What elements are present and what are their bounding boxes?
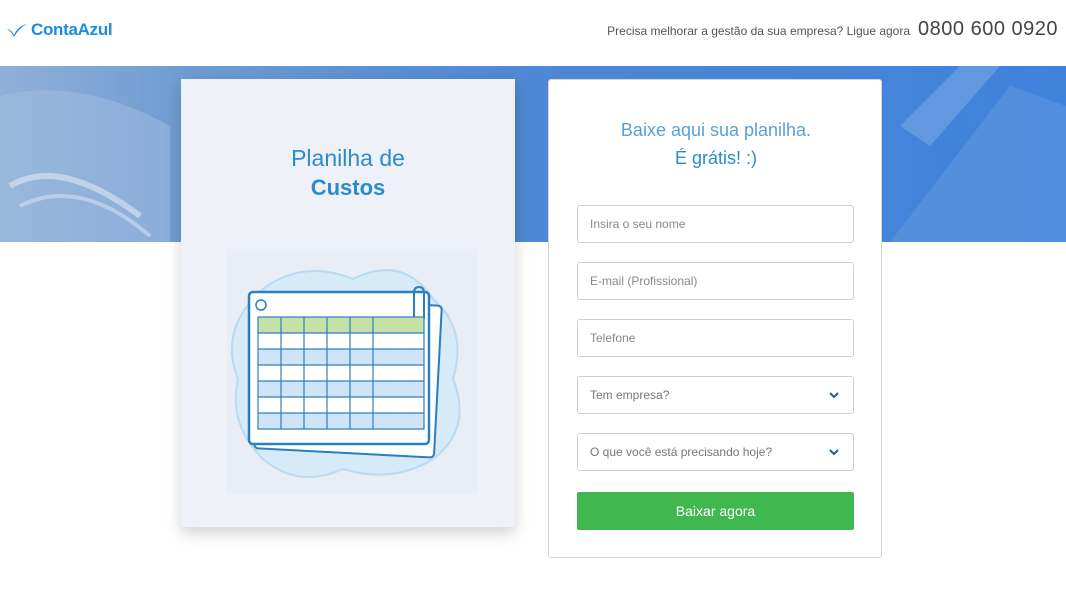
- phone-input[interactable]: [577, 319, 854, 357]
- download-button[interactable]: Baixar agora: [577, 492, 854, 530]
- logo-text: ContaAzul: [31, 20, 113, 39]
- hero-background-image: [0, 66, 1066, 242]
- need-select[interactable]: O que você está precisando hoje?: [577, 433, 854, 471]
- chevron-down-icon: [829, 392, 839, 399]
- checkmark-icon: [7, 24, 27, 37]
- contaazul-logo[interactable]: ContaAzul: [6, 20, 113, 40]
- cta-text: Precisa melhorar a gestão da sua empresa…: [607, 24, 911, 38]
- hero-banner: [0, 66, 1066, 242]
- product-title-line1: Planilha de: [291, 145, 405, 171]
- download-form-card: Baixe aqui sua planilha. É grátis! :) Te…: [548, 79, 882, 558]
- company-select-value: Tem empresa?: [590, 388, 670, 402]
- form-heading-line1: Baixe aqui sua planilha.: [620, 120, 812, 140]
- chevron-down-icon: [829, 449, 839, 456]
- site-header: ContaAzul Precisa melhorar a gestão da s…: [0, 0, 1066, 66]
- product-card: Planilha de Custos: [181, 79, 515, 527]
- company-select[interactable]: Tem empresa?: [577, 376, 854, 414]
- need-select-value: O que você está precisando hoje?: [590, 445, 773, 459]
- form-heading-line2: É grátis! :): [674, 148, 758, 168]
- product-title-line2: Custos: [310, 175, 386, 200]
- name-input[interactable]: [577, 205, 854, 243]
- phone-number[interactable]: 0800 600 0920: [918, 18, 1058, 41]
- contact-cta: Precisa melhorar a gestão da sua empresa…: [607, 18, 1058, 41]
- spreadsheet-icon: [227, 249, 477, 494]
- email-input[interactable]: [577, 262, 854, 300]
